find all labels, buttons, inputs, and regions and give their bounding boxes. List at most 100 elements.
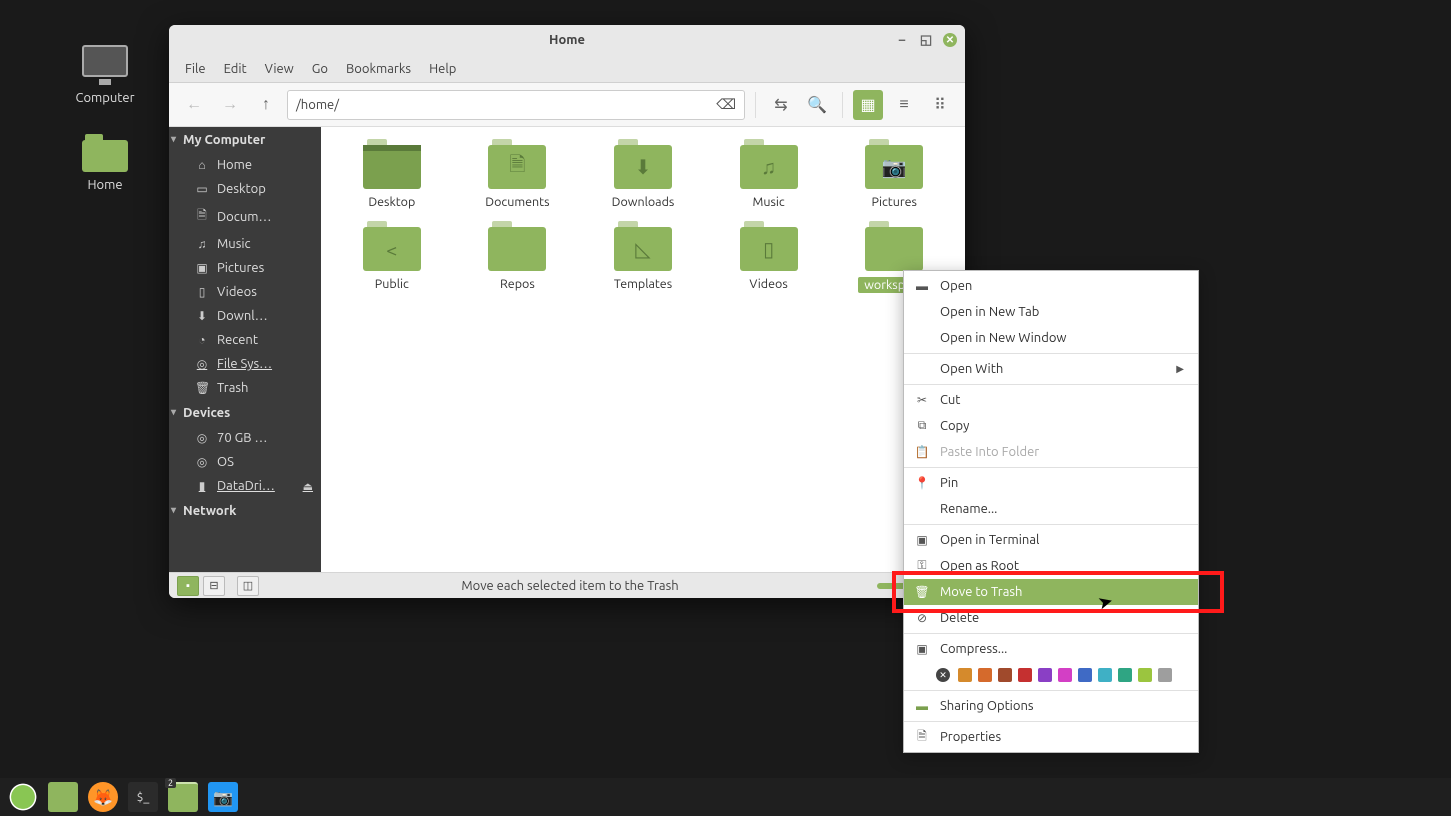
sidebar-item-documents[interactable]: 🗎Docum… <box>169 201 321 232</box>
forward-button[interactable]: → <box>215 90 245 120</box>
ctx-rename[interactable]: Rename... <box>904 496 1198 522</box>
titlebar[interactable]: Home – ◱ ✕ <box>169 25 965 55</box>
sidebar-item-pictures[interactable]: ▣Pictures <box>169 256 321 280</box>
folder-icon: < <box>363 227 421 271</box>
sidebar-item-volume-datadrive[interactable]: ▮DataDri…⏏ <box>169 474 321 498</box>
color-swatch[interactable] <box>978 668 992 682</box>
window-controls: – ◱ ✕ <box>895 33 957 47</box>
ctx-compress[interactable]: ▣Compress... <box>904 636 1198 662</box>
ctx-pin[interactable]: 📍Pin <box>904 470 1198 496</box>
minimize-button[interactable]: – <box>895 33 909 47</box>
disk-icon: ◎ <box>195 431 209 445</box>
copy-icon: ⧉ <box>914 419 930 433</box>
sidebar-section-network[interactable]: Network <box>169 498 321 524</box>
ctx-open-window[interactable]: Open in New Window <box>904 325 1198 351</box>
sidebar-item-home[interactable]: ⌂Home <box>169 153 321 177</box>
ctx-open[interactable]: ▬Open <box>904 273 1198 299</box>
sidebar-item-volume-os[interactable]: ◎OS <box>169 450 321 474</box>
menu-file[interactable]: File <box>177 59 214 79</box>
ctx-open-tab[interactable]: Open in New Tab <box>904 299 1198 325</box>
folder-item-pictures[interactable]: 📷Pictures <box>833 145 955 209</box>
ctx-open-with[interactable]: Open With▶ <box>904 356 1198 382</box>
taskbar-terminal[interactable]: $_ <box>128 782 158 812</box>
taskbar-files-running[interactable]: 2 <box>168 782 198 812</box>
status-text: Move each selected item to the Trash <box>263 579 877 593</box>
ctx-cut[interactable]: ✂Cut <box>904 387 1198 413</box>
sidebar-item-desktop[interactable]: ▭Desktop <box>169 177 321 201</box>
archive-icon: ▣ <box>914 642 930 656</box>
ctx-move-to-trash[interactable]: 🗑Move to Trash <box>904 579 1198 605</box>
folder-item-downloads[interactable]: ⬇Downloads <box>582 145 704 209</box>
sidebar-item-recent[interactable]: ◔Recent <box>169 328 321 352</box>
menu-help[interactable]: Help <box>421 59 464 79</box>
color-swatch[interactable] <box>1038 668 1052 682</box>
folder-label: Repos <box>500 277 535 291</box>
color-swatch[interactable] <box>1018 668 1032 682</box>
sidebar-item-filesystem[interactable]: ◎File Sys… <box>169 352 321 376</box>
properties-icon: 🗎 <box>914 727 930 748</box>
menu-bookmarks[interactable]: Bookmarks <box>338 59 419 79</box>
menu-edit[interactable]: Edit <box>216 59 255 79</box>
desktop-icon-home[interactable]: Home <box>65 140 145 192</box>
color-swatch[interactable] <box>1058 668 1072 682</box>
ctx-delete[interactable]: ⊘Delete <box>904 605 1198 631</box>
folder-item-repos[interactable]: Repos <box>457 227 579 293</box>
folder-item-documents[interactable]: 🗎Documents <box>457 145 579 209</box>
folder-item-videos[interactable]: ▯Videos <box>708 227 830 293</box>
sidebar-item-videos[interactable]: ▯Videos <box>169 280 321 304</box>
taskbar-show-desktop[interactable] <box>48 782 78 812</box>
compact-view-button[interactable]: ⠿ <box>925 90 955 120</box>
color-swatch[interactable] <box>1078 668 1092 682</box>
color-remove[interactable]: ✕ <box>936 668 950 682</box>
pin-icon: 📍 <box>914 476 930 490</box>
tree-toggle[interactable]: ⊟ <box>203 576 225 596</box>
desktop-icon-computer[interactable]: Computer <box>65 45 145 105</box>
folder-item-desktop[interactable]: Desktop <box>331 145 453 209</box>
menu-go[interactable]: Go <box>304 59 336 79</box>
icon-view-button[interactable]: ▦ <box>853 90 883 120</box>
start-menu-button[interactable] <box>8 782 38 812</box>
sidebar-toggle[interactable]: ◫ <box>237 576 259 596</box>
folder-item-public[interactable]: <Public <box>331 227 453 293</box>
taskbar-firefox[interactable]: 🦊 <box>88 782 118 812</box>
color-swatch[interactable] <box>998 668 1012 682</box>
close-button[interactable]: ✕ <box>943 33 957 47</box>
ctx-open-terminal[interactable]: ▣Open in Terminal <box>904 527 1198 553</box>
window-count-badge: 2 <box>165 778 176 788</box>
ctx-properties[interactable]: 🗎Properties <box>904 724 1198 750</box>
path-input[interactable]: /home/ ⌫ <box>287 90 745 120</box>
folder-icon: ♫ <box>740 145 798 189</box>
sidebar-item-music[interactable]: ♫Music <box>169 232 321 256</box>
maximize-button[interactable]: ◱ <box>919 33 933 47</box>
terminal-icon: ▣ <box>914 533 930 547</box>
color-swatch[interactable] <box>1138 668 1152 682</box>
path-text: /home/ <box>296 98 339 112</box>
list-view-button[interactable]: ≡ <box>889 90 919 120</box>
sidebar-item-volume-70gb[interactable]: ◎70 GB … <box>169 426 321 450</box>
sidebar-section-mycomputer[interactable]: My Computer <box>169 127 321 153</box>
toggle-location-button[interactable]: ⇆ <box>766 90 796 120</box>
file-manager-window: Home – ◱ ✕ File Edit View Go Bookmarks H… <box>169 25 965 598</box>
folder-item-music[interactable]: ♫Music <box>708 145 830 209</box>
color-swatch[interactable] <box>1098 668 1112 682</box>
clear-path-icon[interactable]: ⌫ <box>716 96 736 113</box>
content-pane[interactable]: Desktop🗎Documents⬇Downloads♫Music📷Pictur… <box>321 127 965 572</box>
ctx-open-root[interactable]: ⚿Open as Root <box>904 553 1198 579</box>
ctx-sharing[interactable]: ▬Sharing Options <box>904 693 1198 719</box>
sidebar-item-downloads[interactable]: ⬇Downl… <box>169 304 321 328</box>
color-swatch[interactable] <box>1158 668 1172 682</box>
sidebar-section-devices[interactable]: Devices <box>169 400 321 426</box>
folder-item-templates[interactable]: ◺Templates <box>582 227 704 293</box>
back-button[interactable]: ← <box>179 90 209 120</box>
ctx-copy[interactable]: ⧉Copy <box>904 413 1198 439</box>
up-button[interactable]: ↑ <box>251 90 281 120</box>
eject-icon[interactable]: ⏏ <box>303 480 313 493</box>
menu-view[interactable]: View <box>257 59 302 79</box>
color-swatch[interactable] <box>958 668 972 682</box>
search-button[interactable]: 🔍 <box>802 90 832 120</box>
color-swatch[interactable] <box>1118 668 1132 682</box>
folder-icon: 🗎 <box>488 145 546 189</box>
sidebar-item-trash[interactable]: 🗑Trash <box>169 376 321 400</box>
places-toggle[interactable]: ▪ <box>177 576 199 596</box>
taskbar-screenshot[interactable]: 📷 <box>208 782 238 812</box>
